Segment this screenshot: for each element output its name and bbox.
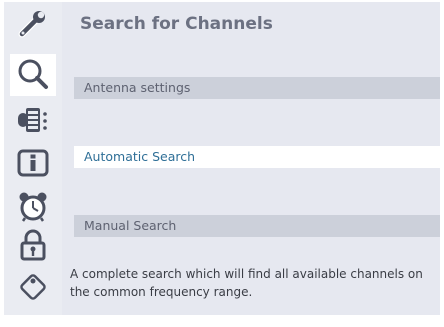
automatic-search-item[interactable]: Automatic Search (74, 146, 440, 168)
lock-icon[interactable] (14, 226, 52, 264)
tv-menu-screen: Search for Channels Antenna settings Aut… (0, 0, 444, 327)
channel-list-icon[interactable] (14, 102, 52, 140)
wrench-icon[interactable] (14, 6, 52, 44)
search-icon[interactable] (10, 54, 56, 96)
info-icon[interactable] (14, 144, 52, 182)
alarm-clock-icon[interactable] (14, 188, 52, 226)
manual-search-item[interactable]: Manual Search (74, 215, 440, 237)
menu-frame: Search for Channels Antenna settings Aut… (4, 2, 440, 315)
antenna-settings-item[interactable]: Antenna settings (74, 77, 440, 99)
page-title: Search for Channels (80, 14, 273, 34)
tag-icon[interactable] (14, 268, 52, 306)
help-description: A complete search which will find all av… (70, 267, 423, 299)
sidebar (4, 2, 62, 315)
